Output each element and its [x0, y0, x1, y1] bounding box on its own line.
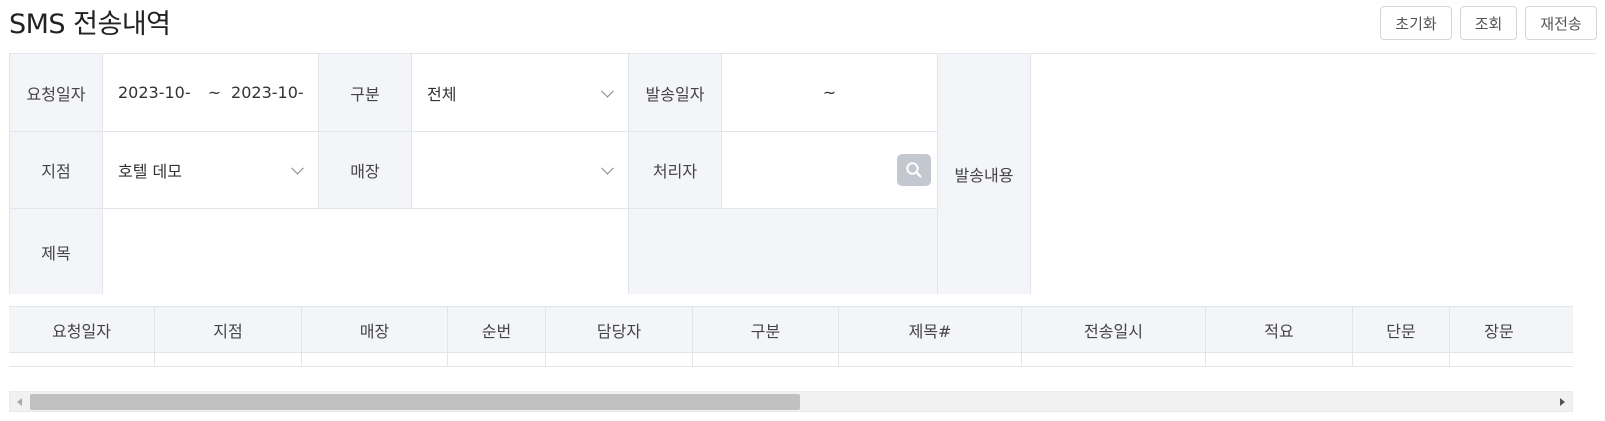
page-title: SMS 전송내역 — [9, 9, 171, 40]
store-label: 매장 — [319, 132, 412, 209]
column-header[interactable]: 지점 — [155, 307, 302, 352]
column-header[interactable]: 담당자 — [546, 307, 693, 352]
search-button[interactable]: 조회 — [1460, 6, 1517, 40]
subject-input[interactable] — [103, 209, 629, 294]
content-textarea[interactable] — [1031, 54, 1596, 294]
request-date-label: 요청일자 — [10, 54, 103, 132]
send-date-separator: ~ — [822, 83, 837, 102]
grid-header: 요청일자 지점 매장 순번 담당자 구분 제목# 전송일시 적요 단문 장문 — [9, 307, 1573, 353]
column-header[interactable]: 적요 — [1206, 307, 1353, 352]
category-value: 전체 — [427, 84, 457, 104]
column-header[interactable]: 전송일시 — [1022, 307, 1206, 352]
branch-label: 지점 — [10, 132, 103, 209]
search-icon — [906, 162, 922, 178]
category-select[interactable]: 전체 — [412, 54, 629, 132]
branch-value: 호텔 데모 — [118, 162, 182, 181]
column-header[interactable]: 구분 — [693, 307, 839, 352]
scroll-right-icon[interactable] — [1560, 398, 1565, 406]
handler-label: 처리자 — [629, 132, 722, 209]
table-row[interactable] — [9, 353, 1573, 367]
resend-button[interactable]: 재전송 — [1525, 6, 1597, 40]
column-header[interactable]: 제목# — [839, 307, 1022, 352]
sms-history-grid: 요청일자 지점 매장 순번 담당자 구분 제목# 전송일시 적요 단문 장문 — [9, 306, 1573, 367]
handler-search-button[interactable] — [897, 154, 931, 186]
column-header[interactable]: 요청일자 — [9, 307, 155, 352]
subject-label: 제목 — [10, 209, 103, 294]
request-date-range: 2023-10- ~ 2023-10- — [103, 54, 319, 132]
category-label: 구분 — [319, 54, 412, 132]
filter-panel: 요청일자 2023-10- ~ 2023-10- 구분 전체 발송일자 ~ 지점… — [9, 53, 1596, 294]
handler-input[interactable] — [722, 132, 938, 209]
store-select[interactable] — [412, 132, 629, 209]
chevron-down-icon — [601, 161, 614, 175]
toolbar: 초기화 조회 재전송 — [1380, 6, 1597, 40]
reset-button[interactable]: 초기화 — [1380, 6, 1452, 40]
horizontal-scrollbar[interactable] — [9, 391, 1573, 412]
send-date-range[interactable]: ~ — [722, 54, 938, 132]
chevron-down-icon — [291, 161, 304, 175]
column-header[interactable]: 순번 — [448, 307, 546, 352]
column-header[interactable]: 장문 — [1450, 307, 1548, 352]
chevron-down-icon — [601, 84, 614, 98]
column-header[interactable]: 단문 — [1353, 307, 1450, 352]
request-date-separator: ~ — [207, 83, 222, 102]
empty-filter-area — [629, 209, 938, 294]
branch-select[interactable]: 호텔 데모 — [103, 132, 319, 209]
content-label: 발송내용 — [938, 54, 1031, 294]
column-header[interactable]: 매장 — [302, 307, 448, 352]
send-date-label: 발송일자 — [629, 54, 722, 132]
request-date-to[interactable]: 2023-10- — [231, 83, 304, 102]
request-date-from[interactable]: 2023-10- — [118, 83, 191, 102]
scrollbar-thumb[interactable] — [30, 394, 800, 410]
scroll-left-icon[interactable] — [17, 398, 22, 406]
